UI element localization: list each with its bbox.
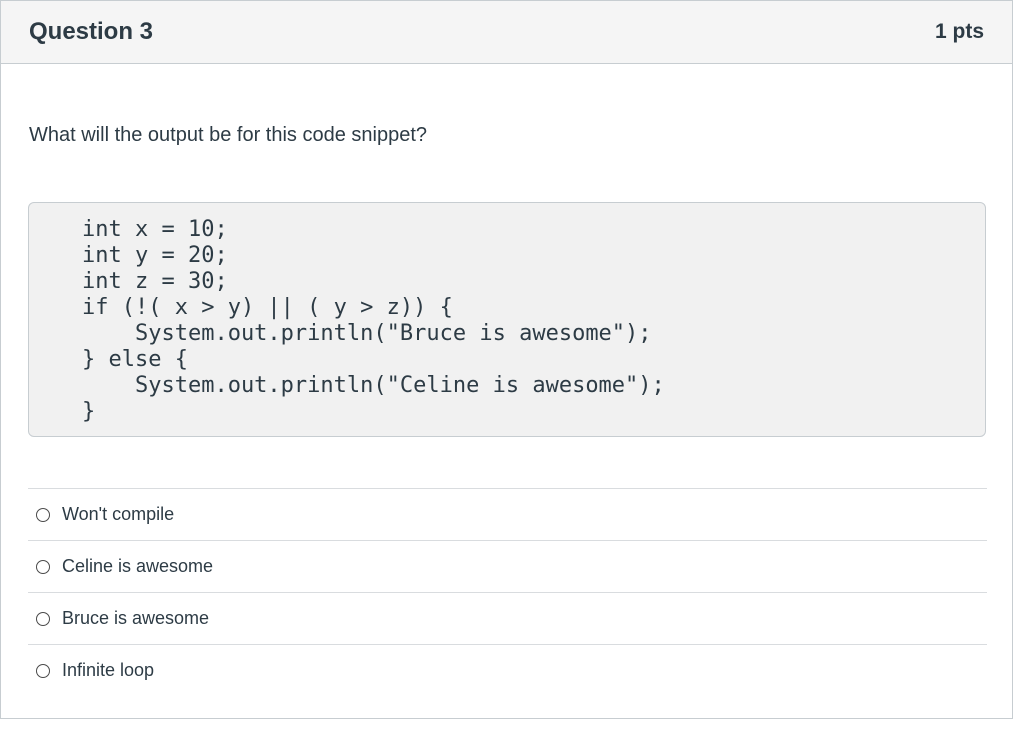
radio-button[interactable] [36, 611, 50, 626]
answer-option-celine-is-awesome[interactable]: Celine is awesome [28, 541, 987, 593]
code-text: int x = 10; int y = 20; int z = 30; if (… [82, 217, 665, 424]
answer-label: Bruce is awesome [62, 608, 210, 628]
code-snippet: int x = 10; int y = 20; int z = 30; if (… [28, 202, 986, 437]
answer-option-infinite-loop[interactable]: Infinite loop [28, 645, 987, 696]
question-header: Question 3 1 pts [1, 1, 1012, 64]
answer-list: Won't compile Celine is awesome Bruce is… [28, 488, 987, 696]
question-title: Question 3 [29, 18, 154, 45]
answer-option-wont-compile[interactable]: Won't compile [28, 489, 987, 541]
answer-option-bruce-is-awesome[interactable]: Bruce is awesome [28, 593, 987, 645]
radio-button[interactable] [36, 559, 50, 574]
question-points: 1 pts [934, 20, 984, 43]
question-prompt: What will the output be for this code sn… [29, 124, 428, 146]
answer-label: Infinite loop [62, 660, 155, 680]
answer-label: Celine is awesome [62, 556, 214, 576]
question-card: Question 3 1 pts What will the output be… [0, 0, 1013, 719]
radio-button[interactable] [36, 663, 50, 678]
radio-button[interactable] [36, 507, 50, 522]
answer-label: Won't compile [62, 504, 175, 524]
